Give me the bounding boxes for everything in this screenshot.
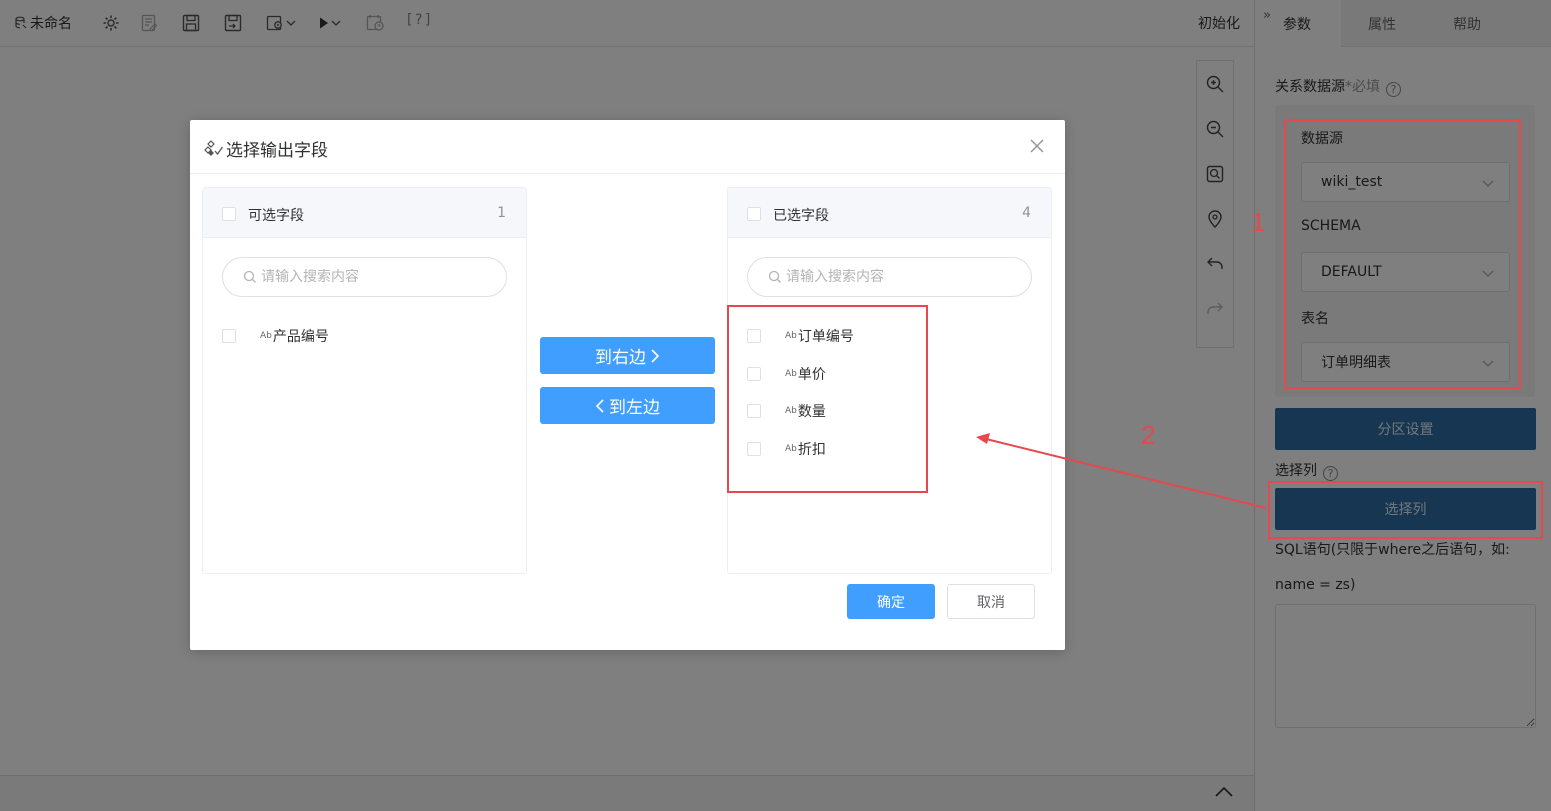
annotation-arrow <box>976 433 1267 509</box>
